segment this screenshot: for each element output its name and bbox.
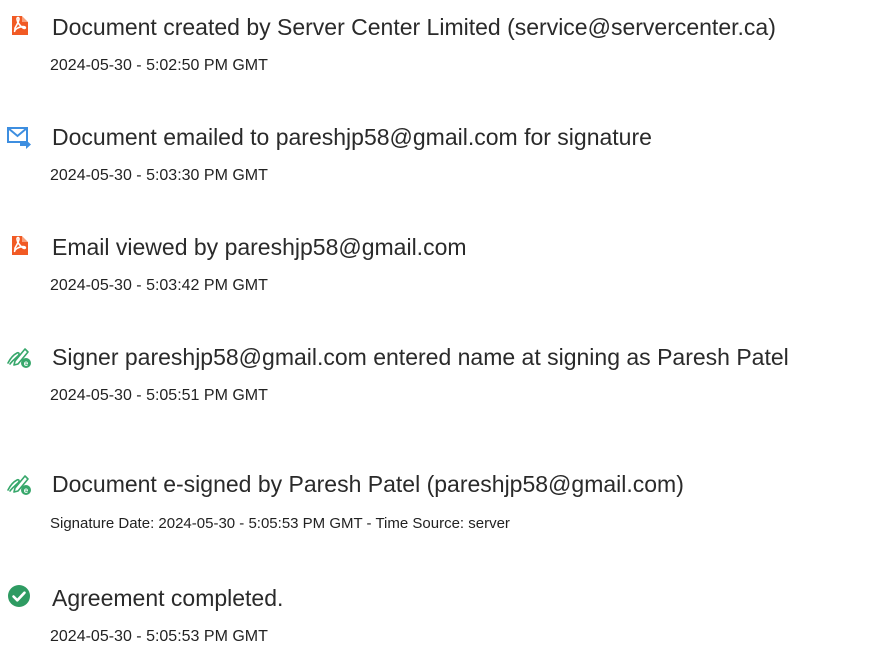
event-title: Agreement completed. bbox=[52, 585, 284, 611]
signature-pen-icon: e bbox=[7, 348, 31, 368]
event-timestamp: Signature Date: 2024-05-30 - 5:05:53 PM … bbox=[50, 515, 510, 532]
event-title: Document emailed to pareshjp58@gmail.com… bbox=[52, 124, 652, 150]
event-title: Email viewed by pareshjp58@gmail.com bbox=[52, 234, 467, 260]
document-pdf-icon bbox=[12, 16, 28, 35]
event-timestamp: 2024-05-30 - 5:03:30 PM GMT bbox=[50, 167, 268, 184]
event-timestamp: 2024-05-30 - 5:05:51 PM GMT bbox=[50, 387, 268, 404]
event-title: Document e-signed by Paresh Patel (pares… bbox=[52, 471, 684, 497]
event-title: Document created by Server Center Limite… bbox=[52, 14, 776, 40]
event-timestamp: 2024-05-30 - 5:05:53 PM GMT bbox=[50, 628, 268, 645]
event-title: Signer pareshjp58@gmail.com entered name… bbox=[52, 344, 789, 370]
audit-event-viewed: Email viewed by pareshjp58@gmail.com 202… bbox=[0, 233, 890, 323]
event-timestamp: 2024-05-30 - 5:03:42 PM GMT bbox=[50, 277, 268, 294]
signature-pen-icon: e bbox=[7, 475, 31, 495]
audit-event-esigned: e Document e-signed by Paresh Patel (par… bbox=[0, 470, 890, 560]
audit-event-emailed: Document emailed to pareshjp58@gmail.com… bbox=[0, 123, 890, 213]
svg-text:e: e bbox=[24, 486, 29, 495]
email-send-icon bbox=[7, 127, 31, 149]
svg-text:e: e bbox=[24, 359, 29, 368]
audit-event-name-entered: e Signer pareshjp58@gmail.com entered na… bbox=[0, 343, 890, 433]
check-circle-icon bbox=[8, 585, 30, 607]
audit-event-completed: Agreement completed. 2024-05-30 - 5:05:5… bbox=[0, 584, 890, 649]
document-pdf-icon bbox=[12, 236, 28, 255]
event-timestamp: 2024-05-30 - 5:02:50 PM GMT bbox=[50, 57, 268, 74]
audit-event-created: Document created by Server Center Limite… bbox=[0, 13, 890, 103]
